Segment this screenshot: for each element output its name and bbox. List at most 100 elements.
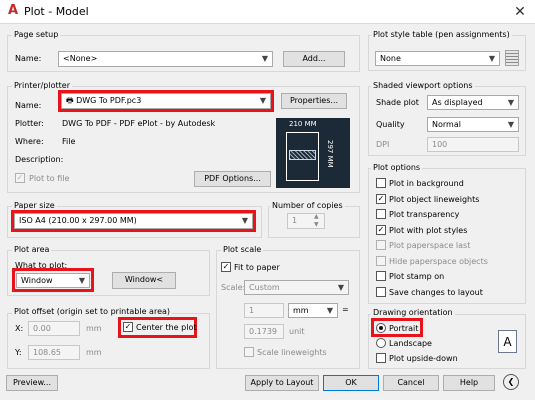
- plot-option-checkbox[interactable]: [376, 178, 386, 188]
- what-to-plot-select[interactable]: Window ▼: [16, 273, 90, 288]
- plot-style-table-select[interactable]: None ▼: [375, 51, 500, 66]
- quality-label: Quality: [376, 120, 405, 129]
- plot-options-label: Plot options: [371, 163, 423, 172]
- add-button[interactable]: Add...: [283, 51, 345, 67]
- orientation-page-icon: A: [498, 330, 517, 353]
- plot-option-checkbox[interactable]: ✓: [376, 224, 386, 235]
- paper-preview-plot-area: [289, 150, 316, 160]
- ok-button[interactable]: OK: [323, 375, 379, 391]
- plot-style-table-label: Plot style table (pen assignments): [371, 30, 512, 39]
- dpi-label: DPI: [376, 140, 390, 149]
- fit-to-paper-checkbox[interactable]: ✓: [221, 262, 231, 272]
- plot-option-label: Hide paperspace objects: [389, 256, 488, 266]
- offset-y-input[interactable]: 108.65: [28, 345, 80, 360]
- chevron-down-icon: ▼: [337, 283, 344, 292]
- scale-unit-select[interactable]: mm ▼: [288, 303, 338, 318]
- paper-size-select[interactable]: ISO A4 (210.00 x 297.00 MM) ▼: [14, 213, 253, 229]
- fit-to-paper-label: Fit to paper: [234, 263, 280, 272]
- preview-button[interactable]: Preview...: [6, 375, 58, 391]
- shaded-viewport-label: Shaded viewport options: [371, 81, 475, 90]
- paper-preview-width: 210 MM: [289, 120, 317, 128]
- shade-plot-label: Shade plot: [376, 98, 419, 107]
- where-value: File: [62, 137, 76, 146]
- paper-preview-height: 297 MM: [326, 140, 334, 168]
- page-setup-name-label: Name:: [15, 54, 42, 63]
- where-label: Where:: [15, 137, 44, 146]
- autocad-logo-icon: A: [7, 3, 19, 18]
- chevron-down-icon: ▼: [507, 120, 514, 129]
- scale-select[interactable]: Custom ▼: [244, 280, 349, 295]
- help-button[interactable]: Help: [443, 375, 495, 391]
- close-button[interactable]: ✕: [509, 2, 531, 22]
- plot-options-group: [368, 168, 526, 304]
- copies-input[interactable]: 1: [287, 213, 325, 229]
- offset-x-label: X:: [15, 324, 24, 333]
- apply-to-layout-button[interactable]: Apply to Layout: [245, 375, 319, 391]
- scale-equals: =: [342, 305, 349, 314]
- page-setup-name-select[interactable]: <None> ▼: [58, 51, 273, 67]
- quality-select[interactable]: Normal ▼: [427, 117, 519, 132]
- collapse-arrow-icon[interactable]: ❮: [503, 374, 519, 390]
- copies-spinner-icon[interactable]: ▲ ▼: [314, 213, 319, 229]
- center-plot-checkbox[interactable]: ✓: [123, 322, 133, 332]
- dpi-input[interactable]: 100: [427, 137, 519, 152]
- scale-lineweights-label: Scale lineweights: [257, 348, 327, 357]
- printer-plotter-label: Printer/plotter: [12, 81, 72, 90]
- chevron-down-icon: ▼: [78, 276, 85, 285]
- plot-option-checkbox[interactable]: [376, 286, 386, 297]
- plot-option-checkbox[interactable]: [376, 240, 386, 250]
- shade-plot-select[interactable]: As displayed ▼: [427, 95, 519, 110]
- chevron-down-icon: ▼: [259, 96, 266, 105]
- plot-option-label: Plot with plot styles: [389, 225, 468, 235]
- plot-scale-label: Plot scale: [221, 245, 264, 254]
- scale-label: Scale:: [221, 283, 246, 292]
- description-label: Description:: [15, 155, 64, 164]
- plot-option-checkbox[interactable]: [376, 209, 386, 219]
- window-title: Plot - Model: [24, 5, 89, 18]
- scale-value1-input[interactable]: 1: [244, 303, 284, 318]
- drawing-orientation-label: Drawing orientation: [371, 308, 455, 317]
- edit-plot-style-icon[interactable]: [505, 50, 519, 66]
- plot-option-checkbox[interactable]: [376, 255, 386, 266]
- cancel-button[interactable]: Cancel: [383, 375, 439, 391]
- offset-y-unit: mm: [86, 348, 102, 357]
- scale-lineweights-checkbox[interactable]: [244, 347, 254, 357]
- offset-x-input[interactable]: 0.00: [28, 321, 80, 336]
- chevron-down-icon: ▼: [488, 54, 495, 63]
- chevron-down-icon: ▼: [261, 54, 268, 63]
- plot-to-file-label: Plot to file: [29, 174, 70, 183]
- chevron-down-icon: ▼: [326, 306, 333, 315]
- scale-unit2-label: unit: [289, 327, 305, 336]
- landscape-radio[interactable]: [376, 338, 386, 348]
- plot-option-label: Plot in background: [389, 179, 464, 188]
- plot-option-checkbox[interactable]: [376, 271, 386, 281]
- window-pick-button[interactable]: Window<: [112, 272, 176, 289]
- center-plot-label: Center the plot: [136, 323, 197, 332]
- copies-label: Number of copies: [270, 201, 345, 210]
- portrait-label: Portrait: [389, 324, 419, 333]
- plot-option-checkbox[interactable]: ✓: [376, 193, 386, 204]
- plotter-label: Plotter:: [15, 119, 44, 128]
- upside-down-checkbox[interactable]: [376, 353, 386, 363]
- offset-y-label: Y:: [15, 348, 22, 357]
- page-setup-label: Page setup: [12, 30, 61, 39]
- portrait-radio[interactable]: [376, 323, 386, 333]
- properties-button[interactable]: Properties...: [281, 93, 347, 109]
- plot-option-label: Save changes to layout: [389, 287, 483, 297]
- paper-size-label: Paper size: [12, 201, 57, 210]
- printer-name-select[interactable]: 🖶 DWG To PDF.pc3 ▼: [61, 93, 271, 109]
- pdf-options-button[interactable]: PDF Options...: [194, 171, 271, 187]
- printer-icon: 🖶: [66, 96, 77, 105]
- plot-area-label: Plot area: [12, 245, 52, 254]
- plot-option-label: Plot paperspace last: [389, 241, 471, 250]
- printer-name-label: Name:: [15, 101, 42, 110]
- chevron-down-icon: ▼: [241, 216, 248, 225]
- scale-value2-input[interactable]: 0.1739: [244, 324, 284, 339]
- plot-option-label: Plot object lineweights: [389, 194, 480, 204]
- plotter-value: DWG To PDF - PDF ePlot - by Autodesk: [62, 119, 216, 128]
- upside-down-label: Plot upside-down: [389, 354, 458, 363]
- landscape-label: Landscape: [389, 339, 432, 348]
- plot-to-file-checkbox[interactable]: ✓: [15, 173, 25, 183]
- plot-option-label: Plot stamp on: [389, 272, 445, 281]
- plot-offset-label: Plot offset (origin set to printable are…: [12, 307, 173, 316]
